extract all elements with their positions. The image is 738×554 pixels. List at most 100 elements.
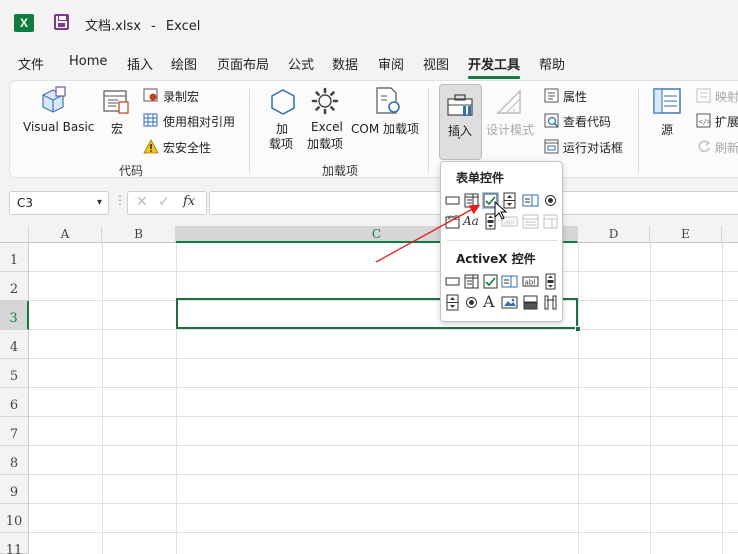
chevron-down-icon[interactable]: ▾	[97, 197, 102, 208]
activex-checkbox-icon[interactable]	[482, 273, 499, 290]
activex-more-controls-icon[interactable]	[542, 294, 559, 311]
row-header[interactable]: 5	[0, 359, 29, 388]
form-option-button-icon[interactable]	[542, 192, 559, 209]
excel-addins-label-line2: 加载项	[307, 137, 344, 151]
activex-spin-button-icon[interactable]	[444, 294, 461, 311]
row-header[interactable]: 10	[0, 504, 29, 533]
tab-insert[interactable]: 插入	[127, 54, 153, 73]
fill-handle[interactable]	[575, 326, 581, 332]
activex-toggle-button-icon[interactable]	[522, 294, 539, 311]
chevron-down-icon: ˅	[457, 137, 462, 147]
form-label-icon[interactable]: Aa	[463, 213, 480, 230]
activex-list-box-icon[interactable]	[501, 273, 518, 290]
grid-line	[29, 416, 738, 417]
com-addins-label: COM 加载项	[351, 122, 419, 136]
run-dialog-icon	[544, 139, 559, 154]
xml-source-label: 源	[661, 123, 674, 137]
xml-map-label: 映射	[715, 90, 738, 104]
macro-security-label: 宏安全性	[163, 141, 212, 155]
more-options-icon[interactable]: ⋮	[114, 193, 126, 207]
column-header[interactable]: B	[102, 226, 176, 243]
design-mode-label: 设计模式	[486, 123, 535, 137]
form-button-icon[interactable]	[444, 192, 461, 209]
properties-icon	[544, 88, 559, 103]
xml-refresh-label: 刷新	[715, 141, 738, 155]
form-list-box-icon[interactable]	[522, 192, 539, 209]
title-bar: X 文档.xlsx - Excel	[0, 0, 738, 46]
visual-basic-icon	[42, 86, 66, 113]
column-header[interactable]	[722, 226, 738, 243]
grid-line	[29, 387, 738, 388]
row-header[interactable]: 6	[0, 388, 29, 417]
row-header[interactable]: 7	[0, 417, 29, 446]
view-code-label: 查看代码	[563, 115, 612, 129]
insert-controls-button[interactable]: 插入 ˅	[439, 84, 482, 160]
window-title: 文档.xlsx - Excel	[85, 15, 200, 34]
insert-function-icon[interactable]: fx	[183, 194, 195, 209]
row-header[interactable]: 4	[0, 330, 29, 359]
tab-file[interactable]: 文件	[18, 54, 44, 73]
tab-help[interactable]: 帮助	[539, 54, 565, 73]
column-header[interactable]: A	[29, 226, 102, 243]
group-label-addins: 加载项	[322, 164, 359, 178]
name-box[interactable]: C3 ▾	[9, 191, 109, 215]
warning-icon	[143, 139, 159, 154]
row-header[interactable]: 8	[0, 446, 29, 475]
column-header[interactable]: E	[650, 226, 722, 243]
dropdown-separator	[447, 240, 558, 241]
form-group-box-icon[interactable]: XYZ	[444, 213, 461, 230]
cancel-icon[interactable]: ✕	[136, 194, 148, 210]
activex-scroll-bar-icon[interactable]	[542, 273, 559, 290]
name-box-value: C3	[17, 196, 34, 210]
grid-line	[176, 243, 177, 554]
insert-controls-dropdown: 表单控件 XYZ Aa abl ActiveX 控件 abl A	[440, 161, 563, 322]
activex-combo-box-icon[interactable]	[463, 273, 480, 290]
tab-review[interactable]: 审阅	[378, 54, 404, 73]
ribbon-panel: Visual Basic 宏 录制宏 使用相对引用 宏安全性 代码 加 载项 E…	[9, 80, 738, 178]
grid-line	[29, 358, 738, 359]
macro-label: 宏	[111, 122, 124, 136]
excel-addins-label-line1: Excel	[311, 120, 343, 134]
grid-line	[29, 503, 738, 504]
column-header[interactable]: D	[578, 226, 650, 243]
filename: 文档.xlsx	[85, 19, 141, 34]
activex-label-icon[interactable]: A	[483, 293, 500, 311]
group-label-code: 代码	[119, 164, 144, 178]
mouse-cursor-icon	[494, 201, 508, 220]
row-header[interactable]: 2	[0, 272, 29, 301]
tab-formulas[interactable]: 公式	[288, 54, 314, 73]
row-header[interactable]: 11	[0, 533, 29, 554]
visual-basic-label: Visual Basic	[23, 120, 95, 134]
run-dialog-label: 运行对话框	[563, 141, 624, 155]
tab-page-layout[interactable]: 页面布局	[217, 54, 269, 73]
relative-reference-label: 使用相对引用	[163, 115, 236, 129]
ribbon-separator	[638, 89, 639, 173]
activex-option-button-icon[interactable]	[463, 294, 480, 311]
activex-command-button-icon[interactable]	[444, 273, 461, 290]
xml-expand-label: 扩展	[715, 115, 738, 129]
grid-line	[102, 243, 103, 554]
excel-icon: X	[14, 14, 34, 32]
grid-line	[29, 271, 738, 272]
enter-icon[interactable]: ✓	[158, 194, 170, 210]
row-header[interactable]: 9	[0, 475, 29, 504]
form-combo-box-icon[interactable]	[463, 192, 480, 209]
formula-buttons: ✕ ✓ fx	[127, 191, 207, 215]
record-macro-label: 录制宏	[163, 90, 200, 104]
tab-developer[interactable]: 开发工具	[468, 54, 521, 79]
activex-image-icon[interactable]	[501, 294, 518, 311]
gear-icon	[311, 87, 339, 115]
tab-view[interactable]: 视图	[423, 54, 449, 73]
macro-icon	[103, 90, 129, 114]
activex-text-box-icon[interactable]: abl	[522, 273, 539, 290]
grid-line	[29, 532, 738, 533]
row-header[interactable]: 3	[0, 301, 29, 330]
select-all-corner[interactable]	[0, 226, 29, 243]
form-combo-drop-down-edit-icon	[543, 214, 558, 229]
tab-draw[interactable]: 绘图	[171, 54, 197, 73]
save-icon[interactable]	[54, 14, 69, 30]
refresh-data-icon	[698, 140, 711, 153]
tab-home[interactable]: Home	[69, 54, 107, 69]
row-header[interactable]: 1	[0, 243, 29, 272]
tab-data[interactable]: 数据	[332, 54, 358, 73]
